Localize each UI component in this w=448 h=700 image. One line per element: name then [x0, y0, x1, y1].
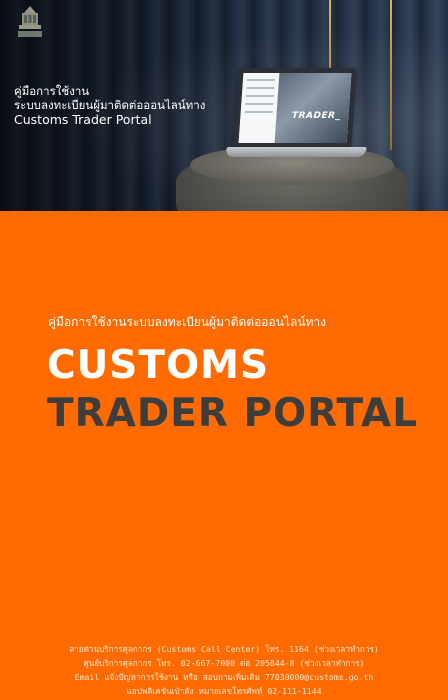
- laptop-screen: TRADER_: [233, 68, 357, 148]
- cover-title-line2: TRADER PORTAL: [47, 391, 419, 436]
- lamp-pole: [390, 0, 392, 150]
- customs-emblem-icon: [18, 6, 42, 37]
- footer-line: Email แจ้งปัญหาการใช้งาน หรือ สอบถามเพิ่…: [74, 672, 374, 682]
- hero-caption-line: คู่มือการใช้งาน: [14, 84, 90, 98]
- footer-line: ศูนย์บริการศุลกากร โทร. 02-667-7000 ต่อ …: [83, 658, 365, 668]
- hero-caption: คู่มือการใช้งาน ระบบลงทะเบียนผู้มาติดต่อ…: [14, 84, 205, 128]
- laptop-screen-text: TRADER_: [291, 111, 341, 121]
- contact-footer: สายด่วนบริการศุลกากร (Customs Call Cente…: [0, 642, 448, 698]
- hero-caption-line: Customs Trader Portal: [14, 112, 152, 127]
- laptop-base: [225, 147, 367, 157]
- login-panel: [238, 73, 280, 143]
- cover-page: TRADER_ คู่มือการใช้งาน ระบบลงทะเบียนผู้…: [0, 0, 448, 700]
- footer-line: แอปพลิเคชันเป๋าตัง หมายเลขโทรศัพท์ 02-11…: [126, 686, 322, 696]
- hero-photo: TRADER_ คู่มือการใช้งาน ระบบลงทะเบียนผู้…: [0, 0, 448, 211]
- hero-caption-line: ระบบลงทะเบียนผู้มาติดต่อออนไลน์ทาง: [14, 98, 206, 112]
- footer-line: สายด่วนบริการศุลกากร (Customs Call Cente…: [69, 644, 379, 654]
- cover-title-line1: CUSTOMS: [47, 343, 270, 388]
- cover-subtitle: คู่มือการใช้งานระบบลงทะเบียนผู้มาติดต่ออ…: [48, 315, 327, 329]
